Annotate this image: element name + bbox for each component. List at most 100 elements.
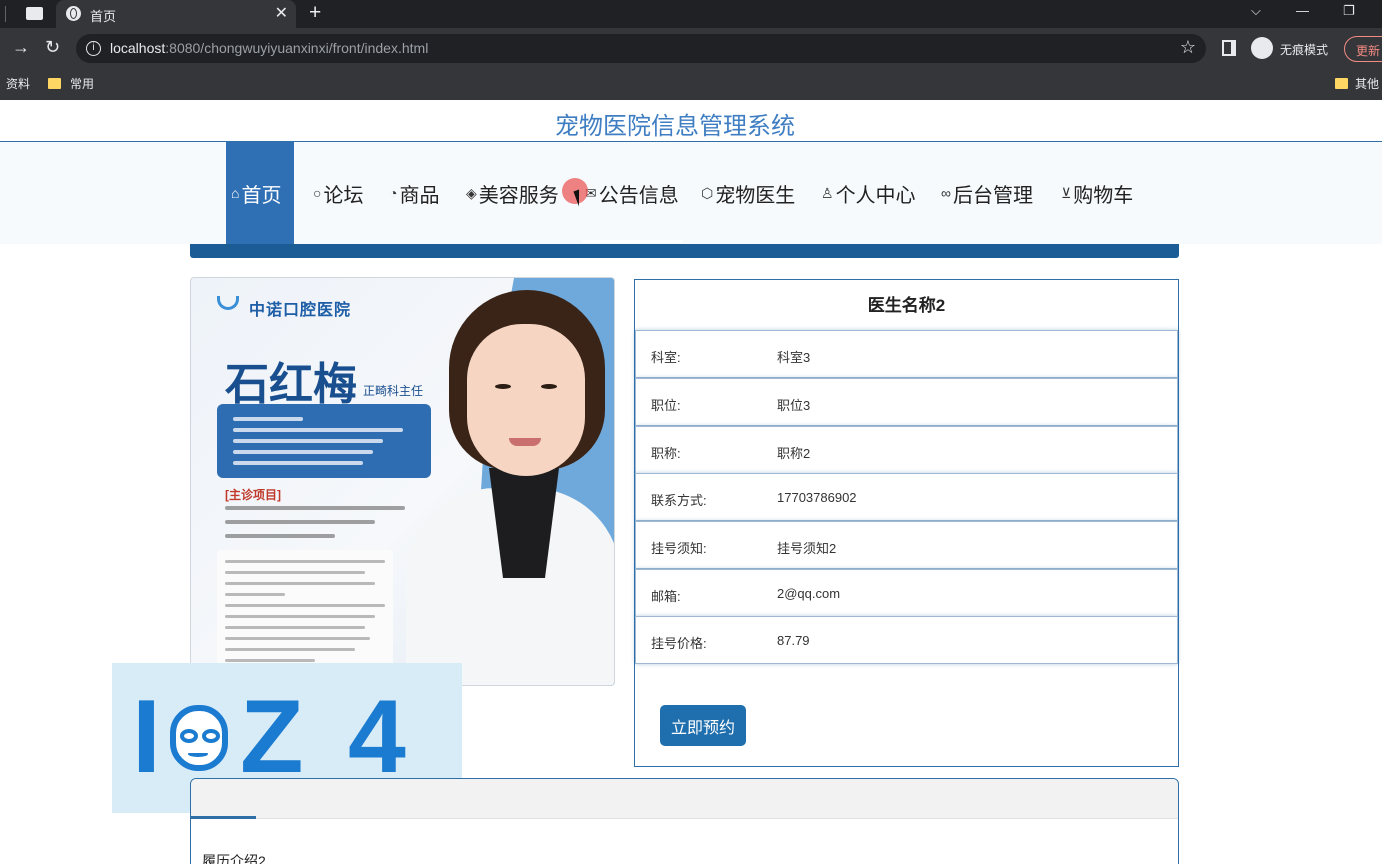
info-row-position: 职位: 职位3 xyxy=(635,378,1178,426)
field-value: 挂号须知2 xyxy=(777,541,837,556)
info-icon[interactable]: i xyxy=(86,41,101,56)
watermark-face-icon xyxy=(170,705,228,771)
link-icon: ∞ xyxy=(941,185,951,201)
watermark-letter: 4 xyxy=(348,679,406,795)
goods-icon: ◔ xyxy=(389,185,398,201)
resume-text: 履历介绍2 xyxy=(202,853,266,864)
user-icon: ♙ xyxy=(821,184,834,201)
minimize-icon[interactable]: — xyxy=(1296,3,1309,18)
tab-divider xyxy=(0,6,6,22)
site-title: 宠物医院信息管理系统 xyxy=(555,113,795,140)
bookmark-item[interactable]: 常用 xyxy=(70,75,94,92)
restore-icon[interactable]: ❐ xyxy=(1343,3,1355,19)
cube-icon: ⬡ xyxy=(701,184,714,201)
poster-section-title: [主诊项目] xyxy=(225,488,281,502)
new-tab-icon[interactable]: + xyxy=(309,1,321,25)
poster-hospital-name: 中诺口腔医院 xyxy=(249,302,352,319)
incognito-label[interactable]: 无痕模式 xyxy=(1280,41,1328,58)
side-panel-icon[interactable] xyxy=(1222,40,1236,56)
content-top-strip xyxy=(190,244,1179,258)
field-label: 挂号须知: xyxy=(651,541,707,556)
book-appointment-button[interactable]: 立即预约 xyxy=(660,705,746,746)
nav-item-cart[interactable]: ⊻ 购物车 xyxy=(1061,142,1133,244)
field-value: 科室3 xyxy=(777,350,811,365)
field-label: 科室: xyxy=(651,350,681,365)
browser-tabbar: 首页 ✕ + ⌵ — ❐ xyxy=(0,0,1382,28)
close-icon[interactable]: ✕ xyxy=(275,3,288,23)
layers-icon: ◈ xyxy=(466,184,477,201)
page-viewport: 宠物医院信息管理系统 ⌂ 首页 ○ 论坛 ◔ 商品 ◈ 美容服务 ✉ 公告信息 ⬡ 宠物医生… xyxy=(0,100,1382,864)
nav-label: 后台管理 xyxy=(952,184,1033,207)
poster-doctor-name: 石红梅 xyxy=(225,359,357,410)
url-text: localhost:8080/chongwuyiyuanxinxi/front/… xyxy=(110,40,429,56)
doctor-info-panel: 医生名称2 科室: 科室3 职位: 职位3 职称: 职称2 联系方式: 1770… xyxy=(634,279,1179,767)
field-value: 87.79 xyxy=(777,633,810,648)
field-value: 2@qq.com xyxy=(777,586,841,601)
doctor-name-heading: 医生名称2 xyxy=(867,296,946,315)
nav-label: 个人中心 xyxy=(835,184,916,207)
url-input[interactable]: i localhost:8080/chongwuyiyuanxinxi/fron… xyxy=(76,34,1206,63)
reload-icon[interactable]: ↻ xyxy=(45,37,60,58)
forward-icon[interactable]: → xyxy=(12,37,30,58)
info-row-email: 邮箱: 2@qq.com xyxy=(635,569,1178,617)
forum-icon: ○ xyxy=(313,185,322,201)
nav-hover-underline xyxy=(582,240,682,243)
folder-icon xyxy=(48,78,61,89)
detail-tab-active[interactable] xyxy=(191,816,256,819)
poster-bio-card xyxy=(217,550,393,668)
window-icon[interactable] xyxy=(26,7,43,20)
nav-item-goods[interactable]: ◔ 商品 xyxy=(389,142,439,244)
field-label: 挂号价格: xyxy=(651,636,707,651)
nav-label: 论坛 xyxy=(323,184,364,207)
hospital-logo-icon xyxy=(217,296,239,310)
nav-label: 宠物医生 xyxy=(715,184,796,207)
globe-icon xyxy=(66,6,81,21)
nav-label: 公告信息 xyxy=(598,184,679,207)
info-row-phone: 联系方式: 17703786902 xyxy=(635,473,1178,521)
nav-item-notice[interactable]: ✉ 公告信息 xyxy=(585,142,679,244)
watermark-letter: Z xyxy=(240,679,304,795)
poster-doctor-title: 正畸科主任 xyxy=(363,384,424,398)
field-value: 职位3 xyxy=(777,398,811,413)
folder-icon xyxy=(1335,78,1348,89)
doctor-eye xyxy=(495,384,511,389)
field-label: 邮箱: xyxy=(651,589,681,604)
field-label: 职位: xyxy=(651,398,681,413)
poster-text-lines xyxy=(225,506,405,548)
tab-title: 首页 xyxy=(90,9,117,24)
field-value: 17703786902 xyxy=(777,490,857,505)
poster-credentials xyxy=(217,404,431,478)
watermark-letter: I xyxy=(132,679,161,795)
nav-item-doctor[interactable]: ⬡ 宠物医生 xyxy=(701,142,795,244)
nav-label: 购物车 xyxy=(1073,184,1134,207)
info-row-title: 职称: 职称2 xyxy=(635,426,1178,474)
cart-icon: ⊻ xyxy=(1061,184,1072,201)
nav-item-home[interactable]: ⌂ 首页 xyxy=(226,142,294,244)
field-label: 职称: xyxy=(651,446,681,461)
main-nav: ⌂ 首页 ○ 论坛 ◔ 商品 ◈ 美容服务 ✉ 公告信息 ⬡ 宠物医生 ♙ 个人中心 ∞ 后台管… xyxy=(0,142,1382,244)
detail-card: 履历介绍2 xyxy=(190,778,1179,864)
doctor-photo: 中诺口腔医院 石红梅 正畸科主任 [主诊项目] xyxy=(190,277,615,686)
doctor-face xyxy=(467,324,585,476)
nav-item-admin[interactable]: ∞ 后台管理 xyxy=(941,142,1033,244)
info-row-department: 科室: 科室3 xyxy=(635,330,1178,378)
incognito-icon[interactable] xyxy=(1251,37,1273,59)
other-bookmarks[interactable]: 其他 xyxy=(1355,75,1379,92)
nav-item-forum[interactable]: ○ 论坛 xyxy=(313,142,363,244)
nav-label: 首页 xyxy=(241,184,282,207)
nav-label: 商品 xyxy=(399,184,440,207)
info-row-price: 挂号价格: 87.79 xyxy=(635,616,1178,664)
nav-item-beauty[interactable]: ◈ 美容服务 xyxy=(466,142,559,244)
nav-label: 美容服务 xyxy=(478,184,559,207)
bookmark-item[interactable]: 资料 xyxy=(6,75,30,92)
doctor-mouth xyxy=(509,438,541,446)
browser-tab[interactable]: 首页 ✕ xyxy=(56,0,296,28)
detail-tab-header xyxy=(191,779,1178,819)
bookmarks-bar: 资料 常用 其他 xyxy=(0,70,1382,100)
nav-item-profile[interactable]: ♙ 个人中心 xyxy=(821,142,916,244)
bookmark-star-icon[interactable]: ☆ xyxy=(1180,37,1196,58)
home-icon: ⌂ xyxy=(231,185,240,201)
chevron-down-icon[interactable]: ⌵ xyxy=(1251,3,1261,19)
field-value: 职称2 xyxy=(777,446,811,461)
update-button[interactable]: 更新 xyxy=(1344,36,1382,62)
